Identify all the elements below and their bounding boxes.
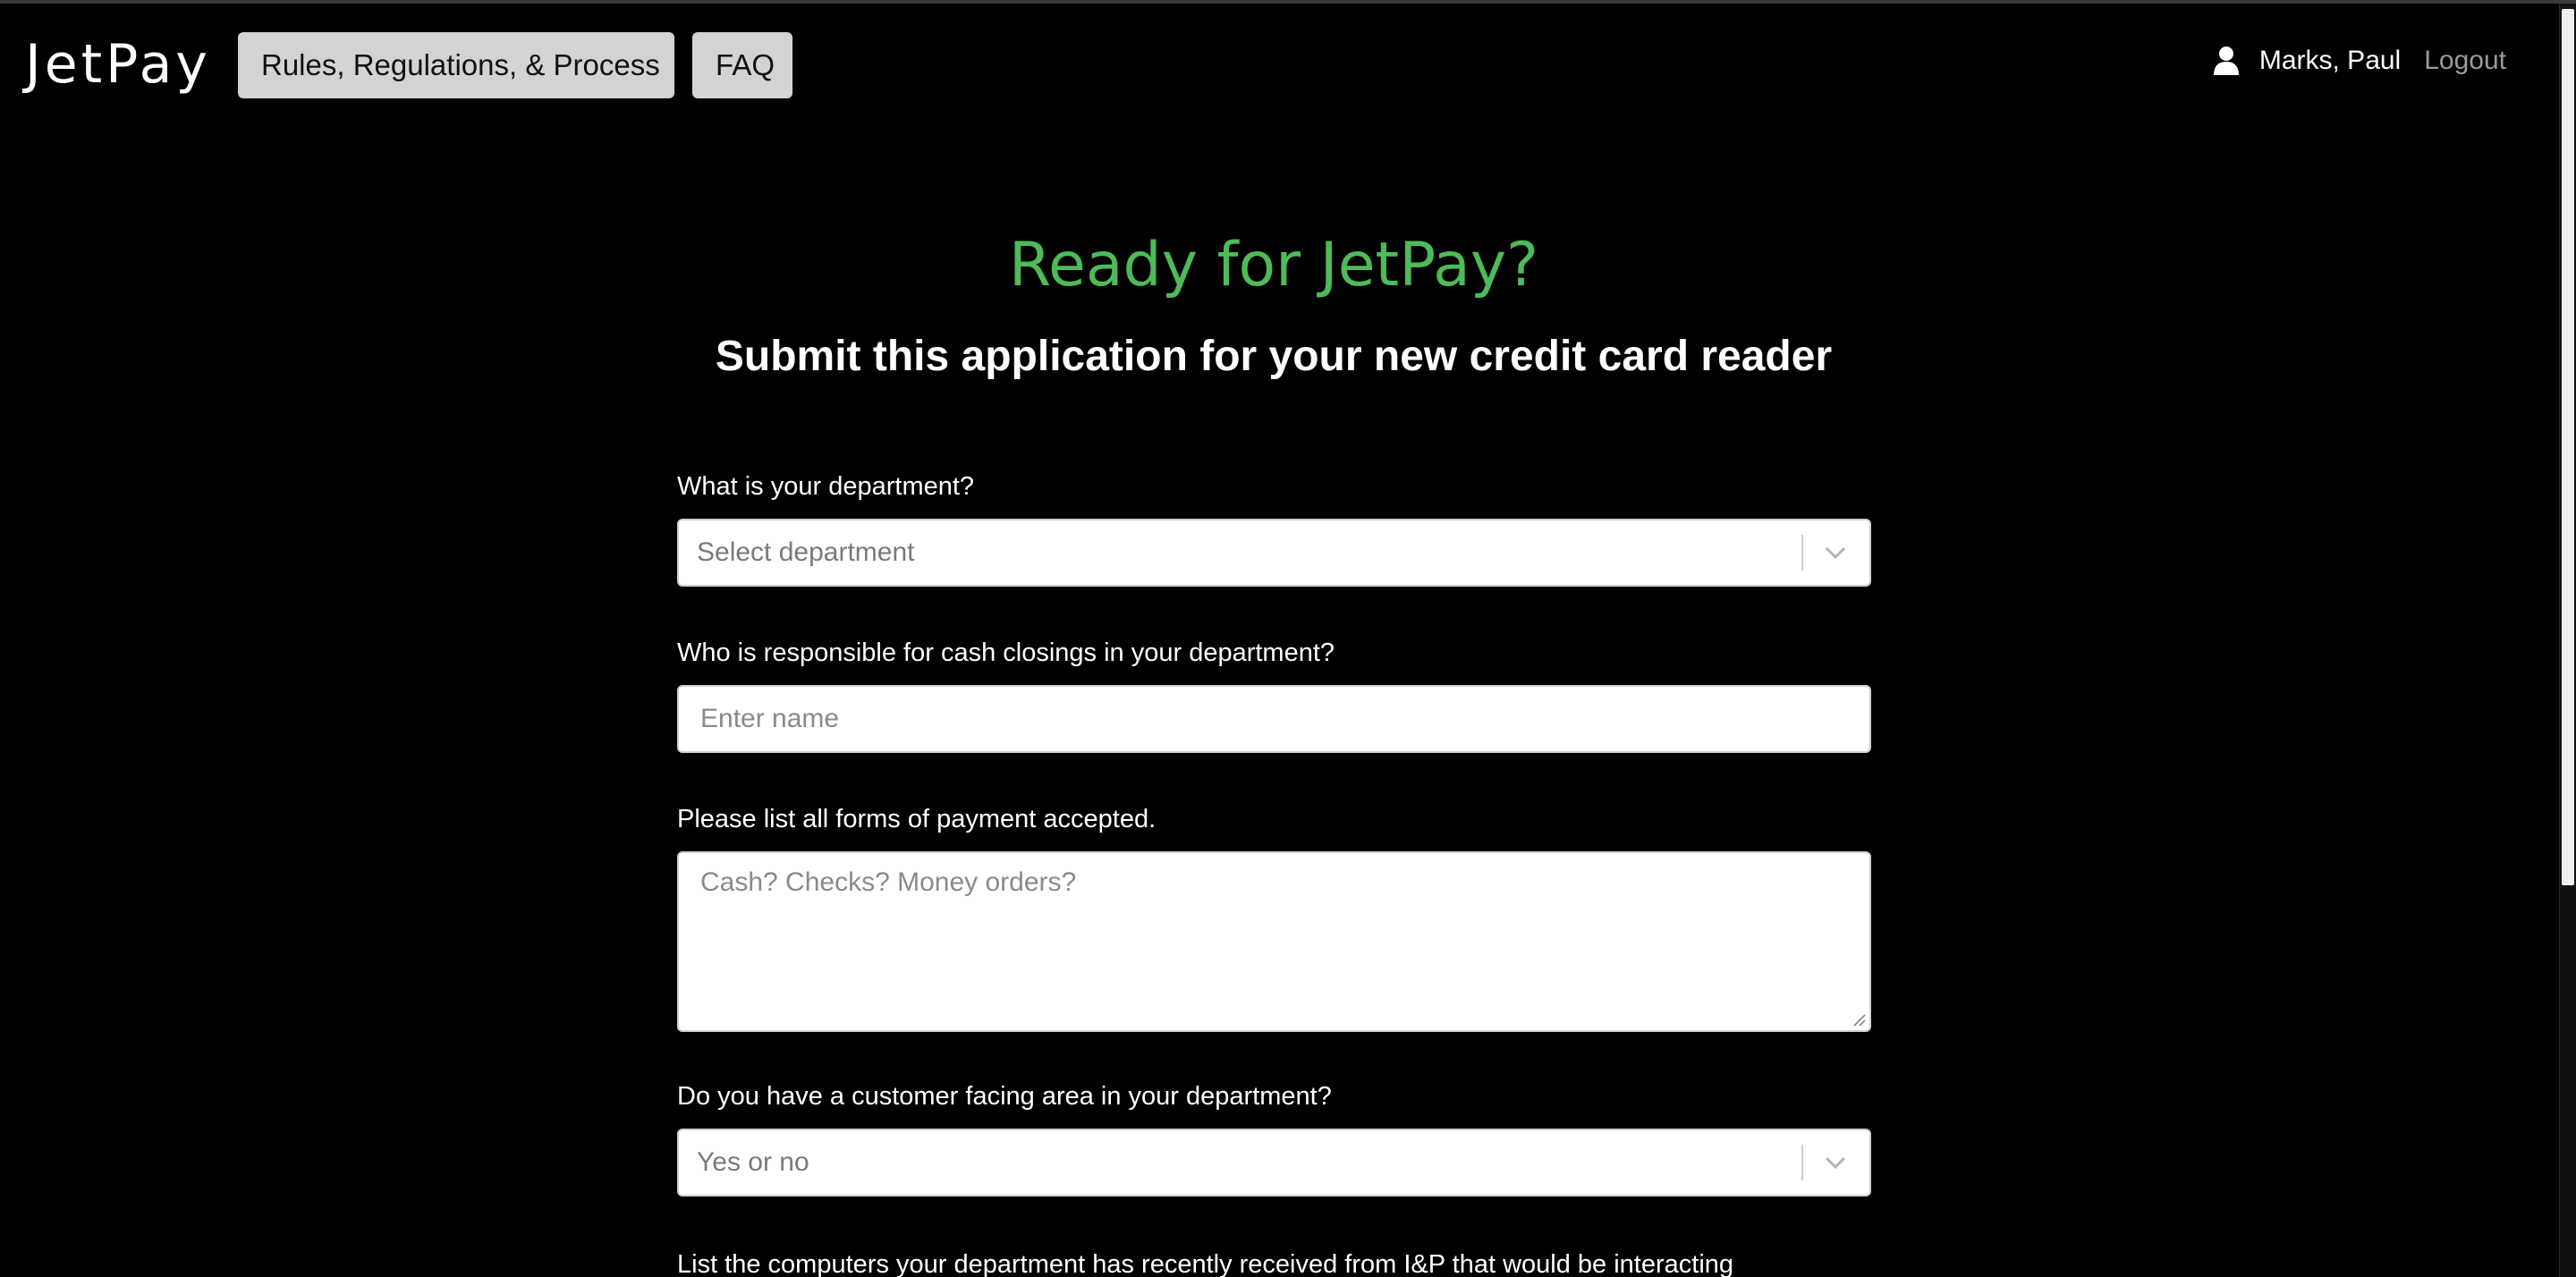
department-select[interactable]: Select department	[677, 519, 1871, 587]
page-title: Ready for JetPay?	[1008, 230, 1539, 300]
select-separator	[1801, 535, 1803, 571]
computers-field: List the computers your department has r…	[677, 1247, 1871, 1277]
cash-closings-field: Who is responsible for cash closings in …	[677, 635, 1871, 753]
resize-handle-icon[interactable]	[1852, 1012, 1866, 1027]
select-separator	[1801, 1145, 1803, 1180]
payment-forms-field: Please list all forms of payment accepte…	[677, 801, 1871, 1032]
payment-forms-label: Please list all forms of payment accepte…	[677, 805, 1157, 833]
brand-logo[interactable]: JetPay	[25, 30, 211, 98]
chevron-down-icon[interactable]	[1823, 1152, 1848, 1173]
faq-button[interactable]: FAQ	[692, 32, 792, 98]
department-label: What is your department?	[677, 472, 975, 501]
logout-link[interactable]: Logout	[2424, 46, 2506, 76]
cash-closings-input-wrapper	[677, 685, 1871, 753]
customer-facing-field: Do you have a customer facing area in yo…	[677, 1078, 1871, 1197]
cash-closings-input[interactable]	[679, 687, 1869, 751]
cash-closings-label: Who is responsible for cash closings in …	[677, 638, 1335, 667]
top-navbar: JetPay Rules, Regulations, & Process FAQ…	[0, 4, 2562, 129]
chevron-down-icon[interactable]	[1823, 542, 1848, 563]
scrollbar-track[interactable]	[2559, 4, 2576, 1277]
page-subtitle: Submit this application for your new cre…	[715, 333, 1833, 380]
payment-forms-textarea[interactable]	[679, 853, 1869, 1030]
customer-facing-label: Do you have a customer facing area in yo…	[677, 1082, 1332, 1111]
customer-facing-placeholder: Yes or no	[697, 1147, 809, 1177]
rules-regulations-button[interactable]: Rules, Regulations, & Process	[238, 32, 674, 98]
customer-facing-select[interactable]: Yes or no	[677, 1129, 1871, 1197]
department-field: What is your department? Select departme…	[677, 469, 1871, 587]
user-icon	[2213, 47, 2239, 75]
computers-label: List the computers your department has r…	[677, 1250, 1734, 1277]
page: JetPay Rules, Regulations, & Process FAQ…	[0, 0, 2576, 1277]
payment-forms-textarea-wrapper	[677, 851, 1871, 1032]
department-placeholder: Select department	[697, 537, 915, 567]
scrollbar-thumb[interactable]	[2562, 9, 2574, 885]
user-name: Marks, Paul	[2258, 46, 2402, 75]
user-area: Marks, Paul Logout	[2213, 39, 2506, 82]
